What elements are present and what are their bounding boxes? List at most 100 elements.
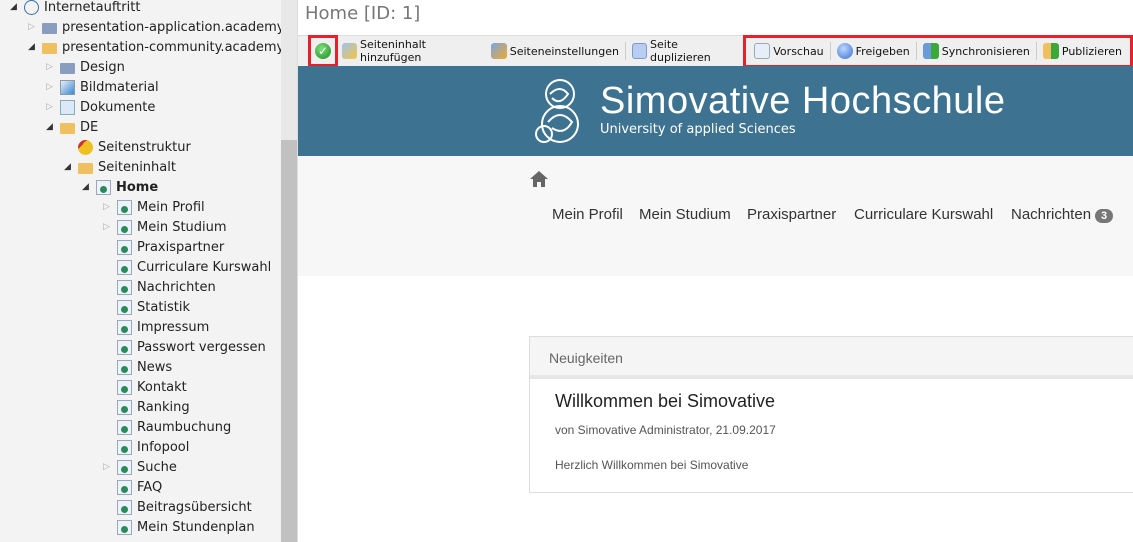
- add-content-button[interactable]: Seiteninhalt hinzufügen: [338, 38, 487, 64]
- tree-item[interactable]: ◢ presentation-community.academyfive: [28, 37, 298, 57]
- page-icon: [117, 339, 132, 355]
- tree-item[interactable]: Nachrichten: [103, 277, 216, 297]
- preview-button[interactable]: Vorschau: [750, 40, 827, 62]
- tree-item[interactable]: ▷ Mein Studium: [103, 217, 227, 237]
- tree-item-label: Bildmaterial: [80, 79, 159, 95]
- page-icon: [117, 359, 132, 375]
- folder-open-icon: [60, 123, 75, 134]
- tree-item[interactable]: ▷ Dokumente: [46, 97, 155, 117]
- publish-button[interactable]: Publizieren: [1039, 40, 1126, 62]
- tree-item[interactable]: FAQ: [103, 477, 162, 497]
- collapsed-arrow-icon[interactable]: ▷: [46, 61, 56, 73]
- tree-item[interactable]: Kontakt: [103, 377, 187, 397]
- duplicate-page-button[interactable]: Seite duplizieren: [628, 38, 740, 64]
- divider: [624, 42, 626, 60]
- site-tree-panel: ◢ Internetauftritt ▷ presentation-applicati…: [0, 0, 298, 542]
- tree-item-label: Impressum: [137, 319, 210, 335]
- page-settings-button[interactable]: Seiteneinstellungen: [487, 40, 623, 62]
- tree-item[interactable]: Curriculare Kurswahl: [103, 257, 271, 277]
- tree-item[interactable]: News: [103, 357, 172, 377]
- page-icon: [117, 239, 132, 255]
- expanded-arrow-icon[interactable]: ◢: [82, 181, 92, 193]
- news-title[interactable]: Willkommen bei Simovative: [555, 391, 775, 412]
- page-icon: [117, 419, 132, 435]
- expanded-arrow-icon[interactable]: ◢: [46, 121, 56, 133]
- collapsed-arrow-icon[interactable]: ▷: [46, 101, 56, 113]
- expanded-arrow-icon[interactable]: ◢: [10, 1, 20, 13]
- confirm-highlight: ✓: [308, 35, 338, 67]
- tree-item[interactable]: ▷ Mein Profil: [103, 197, 205, 217]
- collapsed-arrow-icon[interactable]: ▷: [103, 461, 113, 473]
- page-icon: [117, 199, 132, 215]
- tree-item[interactable]: Beitragsübersicht: [103, 497, 252, 517]
- tree-item[interactable]: Mein Stundenplan: [103, 517, 255, 537]
- collapsed-arrow-icon[interactable]: ▷: [103, 201, 113, 213]
- folder-icon: [60, 63, 75, 74]
- sync-button[interactable]: Synchronisieren: [919, 40, 1034, 62]
- tree-item[interactable]: ◢ Home: [82, 177, 158, 197]
- approve-button[interactable]: Freigeben: [833, 40, 914, 62]
- home-icon[interactable]: [529, 170, 549, 188]
- tree-item-label: Mein Profil: [137, 199, 205, 215]
- nav-praxispartner[interactable]: Praxispartner: [747, 206, 836, 223]
- page-settings-label: Seiteneinstellungen: [509, 44, 619, 58]
- expanded-arrow-icon[interactable]: ◢: [64, 161, 74, 173]
- confirm-button[interactable]: ✓: [313, 40, 333, 62]
- university-seal-logo: [535, 79, 579, 143]
- nav-nachrichten[interactable]: Nachrichten: [1011, 206, 1091, 223]
- tree-item[interactable]: Ranking: [103, 397, 190, 417]
- preview-label: Vorschau: [773, 44, 824, 58]
- tree-item-label: Design: [80, 59, 125, 75]
- page-icon: [117, 499, 132, 515]
- tree-item-label: Internetauftritt: [44, 0, 141, 15]
- expanded-arrow-icon[interactable]: ◢: [28, 41, 38, 53]
- nav-mein-profil[interactable]: Mein Profil: [552, 206, 623, 223]
- tree-item[interactable]: Statistik: [103, 297, 190, 317]
- news-body: Herzlich Willkommen bei Simovative: [555, 458, 749, 472]
- tree-item-label: Raumbuchung: [137, 419, 232, 435]
- tree-item[interactable]: Raumbuchung: [103, 417, 231, 437]
- tree-item-label: Mein Studium: [137, 219, 227, 235]
- add-content-label: Seiteninhalt hinzufügen: [360, 38, 426, 64]
- preview-icon: [754, 43, 771, 59]
- tree-item-label: presentation-community.academyfive: [62, 39, 298, 55]
- collapsed-arrow-icon[interactable]: ▷: [46, 81, 56, 93]
- tree-item[interactable]: ▷ presentation-application.academyfive: [28, 17, 297, 37]
- tree-item[interactable]: ◢ DE: [46, 117, 98, 137]
- page-icon: [117, 219, 132, 235]
- scrollbar-thumb[interactable]: [281, 140, 297, 542]
- nav-nachrichten-wrap[interactable]: Nachrichten 3: [1011, 206, 1114, 223]
- page-icon: [117, 379, 132, 395]
- tree-item[interactable]: Passwort vergessen: [103, 337, 266, 357]
- nav-mein-studium[interactable]: Mein Studium: [639, 206, 731, 223]
- tree-item-label: Suche: [137, 459, 177, 475]
- tree-item-label: News: [137, 359, 173, 375]
- nav-curriculare-kurswahl[interactable]: Curriculare Kurswahl: [854, 206, 993, 223]
- tree-item[interactable]: Infopool: [103, 437, 189, 457]
- key-icon: [78, 139, 93, 155]
- news-meta: von Simovative Administrator, 21.09.2017: [555, 423, 776, 437]
- tree-item[interactable]: Praxispartner: [103, 237, 224, 257]
- tree-item[interactable]: ▷ Design: [46, 57, 125, 77]
- tree-item[interactable]: ▷ Suche: [103, 457, 177, 477]
- collapsed-arrow-icon[interactable]: ▷: [103, 221, 113, 233]
- collapsed-arrow-icon[interactable]: ▷: [28, 21, 38, 33]
- scrollbar[interactable]: [281, 0, 297, 542]
- tree-item[interactable]: ▷ Bildmaterial: [46, 77, 159, 97]
- tree-item[interactable]: ◢ Seiteninhalt: [64, 157, 176, 177]
- tree-item[interactable]: Impressum: [103, 317, 209, 337]
- tree-item[interactable]: Seitenstruktur: [64, 137, 191, 157]
- check-circle-icon: ✓: [315, 43, 331, 59]
- tree-item[interactable]: ◢ Internetauftritt: [10, 0, 140, 17]
- messages-count-badge: 3: [1095, 209, 1114, 223]
- page-icon: [117, 259, 132, 275]
- page-icon: [117, 299, 132, 315]
- approve-check-icon: [836, 43, 853, 59]
